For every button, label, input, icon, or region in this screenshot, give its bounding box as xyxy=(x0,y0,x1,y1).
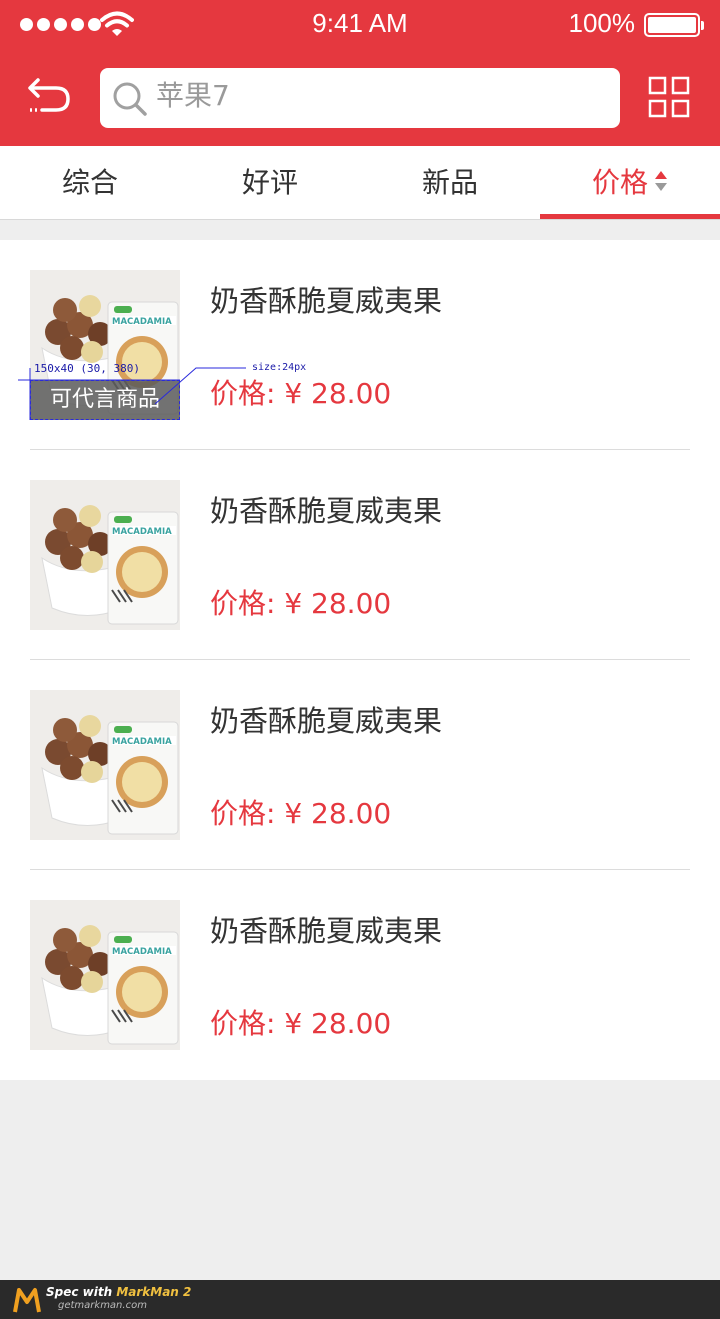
footer-brand-name: MarkMan 2 xyxy=(116,1285,192,1299)
tab-label: 新品 xyxy=(421,166,478,199)
product-name: 奶香酥脆夏威夷果 xyxy=(210,914,443,948)
product-image: MACADAMIA xyxy=(30,480,180,630)
battery-percentage: 100% xyxy=(568,8,636,38)
product-name: 奶香酥脆夏威夷果 xyxy=(210,284,443,318)
status-bar: 9:41 AM 100% xyxy=(0,0,720,50)
nav-bar: 苹果7 xyxy=(0,50,720,146)
back-icon[interactable] xyxy=(24,74,74,118)
svg-text:MACADAMIA: MACADAMIA xyxy=(112,947,172,957)
footer-url: getmarkman.com xyxy=(58,1300,147,1311)
sort-arrows-icon xyxy=(655,171,667,191)
product-item[interactable]: MACADAMIA 奶香酥脆夏威夷果 价格: ¥ 28.00 xyxy=(0,450,720,660)
sort-tabs: 综合 好评 新品 价格 xyxy=(0,146,720,220)
product-price: 价格: ¥ 28.00 xyxy=(210,797,392,830)
tab-label: 综合 xyxy=(61,166,118,199)
tab-new[interactable]: 新品 xyxy=(360,146,540,219)
product-name: 奶香酥脆夏威夷果 xyxy=(210,704,443,738)
svg-text:MACADAMIA: MACADAMIA xyxy=(112,317,172,327)
search-icon xyxy=(113,82,147,116)
markman-logo-icon xyxy=(13,1288,41,1313)
macadamia-product-photo: MACADAMIA xyxy=(30,690,180,840)
annotation-box xyxy=(30,380,180,420)
macadamia-product-photo: MACADAMIA xyxy=(30,480,180,630)
tab-label: 价格 xyxy=(591,166,648,199)
product-item[interactable]: MACADAMIA 奶香酥脆夏威夷果 价格: ¥ 28.00 xyxy=(0,870,720,1080)
battery-icon xyxy=(644,13,704,37)
tab-rating[interactable]: 好评 xyxy=(180,146,360,219)
footer-brand-line: Spec with MarkMan 2 xyxy=(46,1285,191,1299)
grid-view-icon[interactable] xyxy=(648,76,690,118)
active-tab-indicator xyxy=(540,214,720,219)
product-image: MACADAMIA xyxy=(30,900,180,1050)
product-image: MACADAMIA xyxy=(30,690,180,840)
search-input[interactable]: 苹果7 xyxy=(100,68,620,128)
tab-label: 好评 xyxy=(241,166,298,199)
annotation-font-size: size:24px xyxy=(252,362,307,373)
search-query: 苹果7 xyxy=(156,79,230,112)
product-name: 奶香酥脆夏威夷果 xyxy=(210,494,443,528)
macadamia-product-photo: MACADAMIA xyxy=(30,900,180,1050)
tab-comprehensive[interactable]: 综合 xyxy=(0,146,180,219)
tab-price[interactable]: 价格 xyxy=(540,146,720,219)
product-item[interactable]: MACADAMIA 奶香酥脆夏威夷果 价格: ¥ 28.00 xyxy=(0,660,720,870)
product-price: 价格: ¥ 28.00 xyxy=(210,587,392,620)
svg-text:MACADAMIA: MACADAMIA xyxy=(112,527,172,537)
product-price: 价格: ¥ 28.00 xyxy=(210,1007,392,1040)
markman-footer: Spec with MarkMan 2 getmarkman.com xyxy=(0,1280,720,1319)
product-price: 价格: ¥ 28.00 xyxy=(210,377,392,410)
footer-spec-label: Spec with xyxy=(46,1285,113,1299)
svg-text:MACADAMIA: MACADAMIA xyxy=(112,737,172,747)
annotation-dimensions: 150x40 (30, 380) xyxy=(34,362,140,375)
